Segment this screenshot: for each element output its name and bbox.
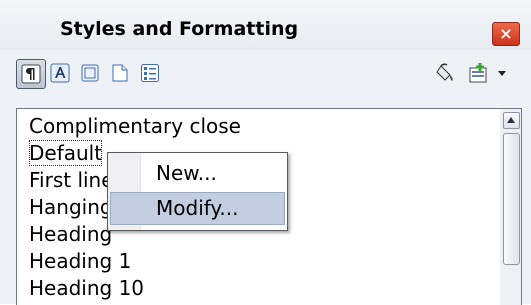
frame-styles-icon — [81, 64, 99, 82]
paragraph-styles-button[interactable] — [16, 59, 46, 89]
character-styles-button[interactable] — [46, 59, 74, 87]
menu-item-label: New... — [156, 161, 217, 185]
list-item-selected[interactable]: Default — [29, 140, 103, 166]
fill-format-mode-icon — [436, 63, 453, 81]
list-item[interactable]: Complimentary close — [29, 113, 241, 139]
scroll-thumb[interactable] — [503, 133, 520, 265]
menu-item-modify[interactable]: Modify... — [110, 192, 285, 225]
list-item[interactable]: Heading — [29, 221, 112, 247]
page-styles-button[interactable] — [106, 59, 134, 87]
menu-item-new[interactable]: New... — [110, 157, 285, 190]
style-category-toolbar — [16, 57, 521, 91]
list-styles-icon — [141, 64, 159, 82]
frame-styles-button[interactable] — [76, 59, 104, 87]
menu-item-label: Modify... — [156, 196, 239, 220]
styles-and-formatting-window: Styles and Formatting × Complimentary cl… — [0, 0, 531, 305]
new-style-from-selection-button[interactable] — [466, 59, 510, 87]
list-item[interactable]: Heading 1 — [29, 248, 131, 274]
list-styles-button[interactable] — [136, 59, 164, 87]
window-title: Styles and Formatting — [60, 18, 299, 40]
character-styles-icon — [50, 63, 70, 83]
close-button[interactable]: × — [492, 22, 520, 46]
scroll-up-arrow-icon[interactable] — [503, 112, 520, 129]
title-bar: Styles and Formatting × — [0, 0, 531, 50]
fill-format-mode-button[interactable] — [432, 59, 460, 87]
context-menu: New... Modify... — [107, 152, 288, 231]
paragraph-styles-icon — [21, 64, 41, 84]
list-item[interactable]: Heading 10 — [29, 275, 144, 301]
vertical-scrollbar[interactable] — [500, 108, 522, 305]
page-styles-icon — [112, 64, 128, 82]
new-style-from-selection-icon — [469, 63, 506, 83]
